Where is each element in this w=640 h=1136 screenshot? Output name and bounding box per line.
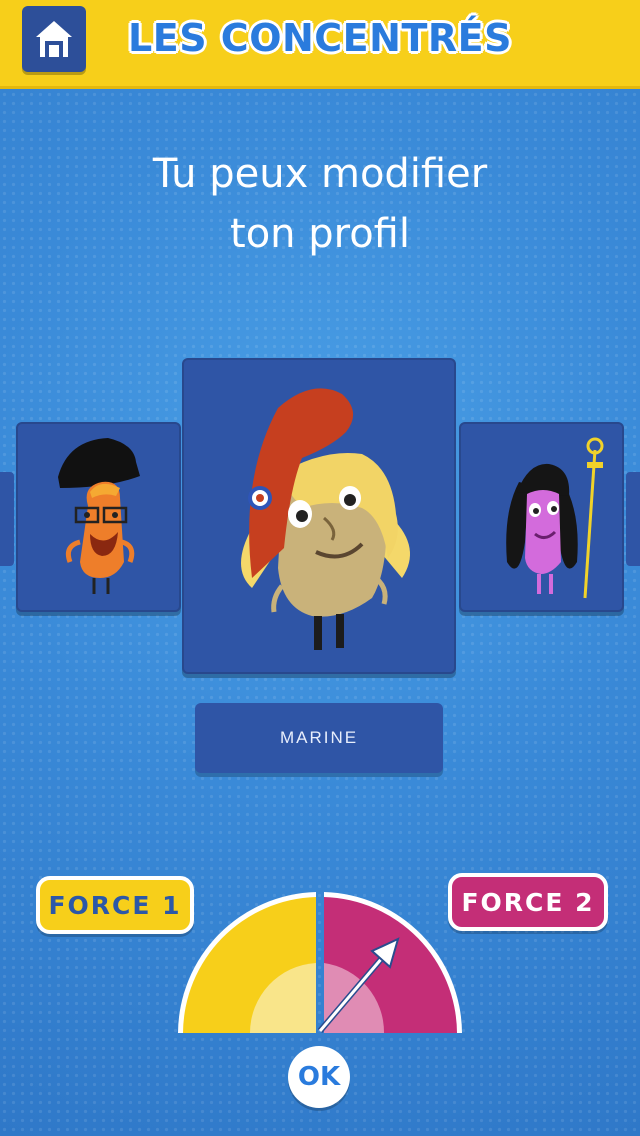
- carousel-edge-right[interactable]: [626, 472, 640, 566]
- carousel-edge-left[interactable]: [0, 472, 14, 566]
- selected-character-name: MARINE: [195, 703, 443, 773]
- force-1-label[interactable]: FORCE 1: [36, 876, 194, 934]
- character-card-right[interactable]: [459, 422, 624, 612]
- profile-prompt: Tu peux modifier ton profil: [0, 144, 640, 264]
- app-title: LES CONCENTRÉS: [128, 16, 512, 60]
- force-gauge[interactable]: [170, 855, 470, 1055]
- character-card-left[interactable]: [16, 422, 181, 612]
- character-card-selected[interactable]: [182, 358, 456, 674]
- force-2-label[interactable]: FORCE 2: [448, 873, 608, 931]
- prompt-line-2: ton profil: [230, 211, 410, 257]
- top-bar: LES CONCENTRÉS: [0, 0, 640, 89]
- character-pirate-hat-glasses-icon: [58, 438, 140, 594]
- prompt-line-1: Tu peux modifier: [152, 151, 488, 197]
- character-curly-hair-scepter-icon: [506, 437, 604, 599]
- character-phrygian-cap-blonde-icon: [241, 388, 410, 650]
- ok-button[interactable]: OK: [288, 1046, 350, 1108]
